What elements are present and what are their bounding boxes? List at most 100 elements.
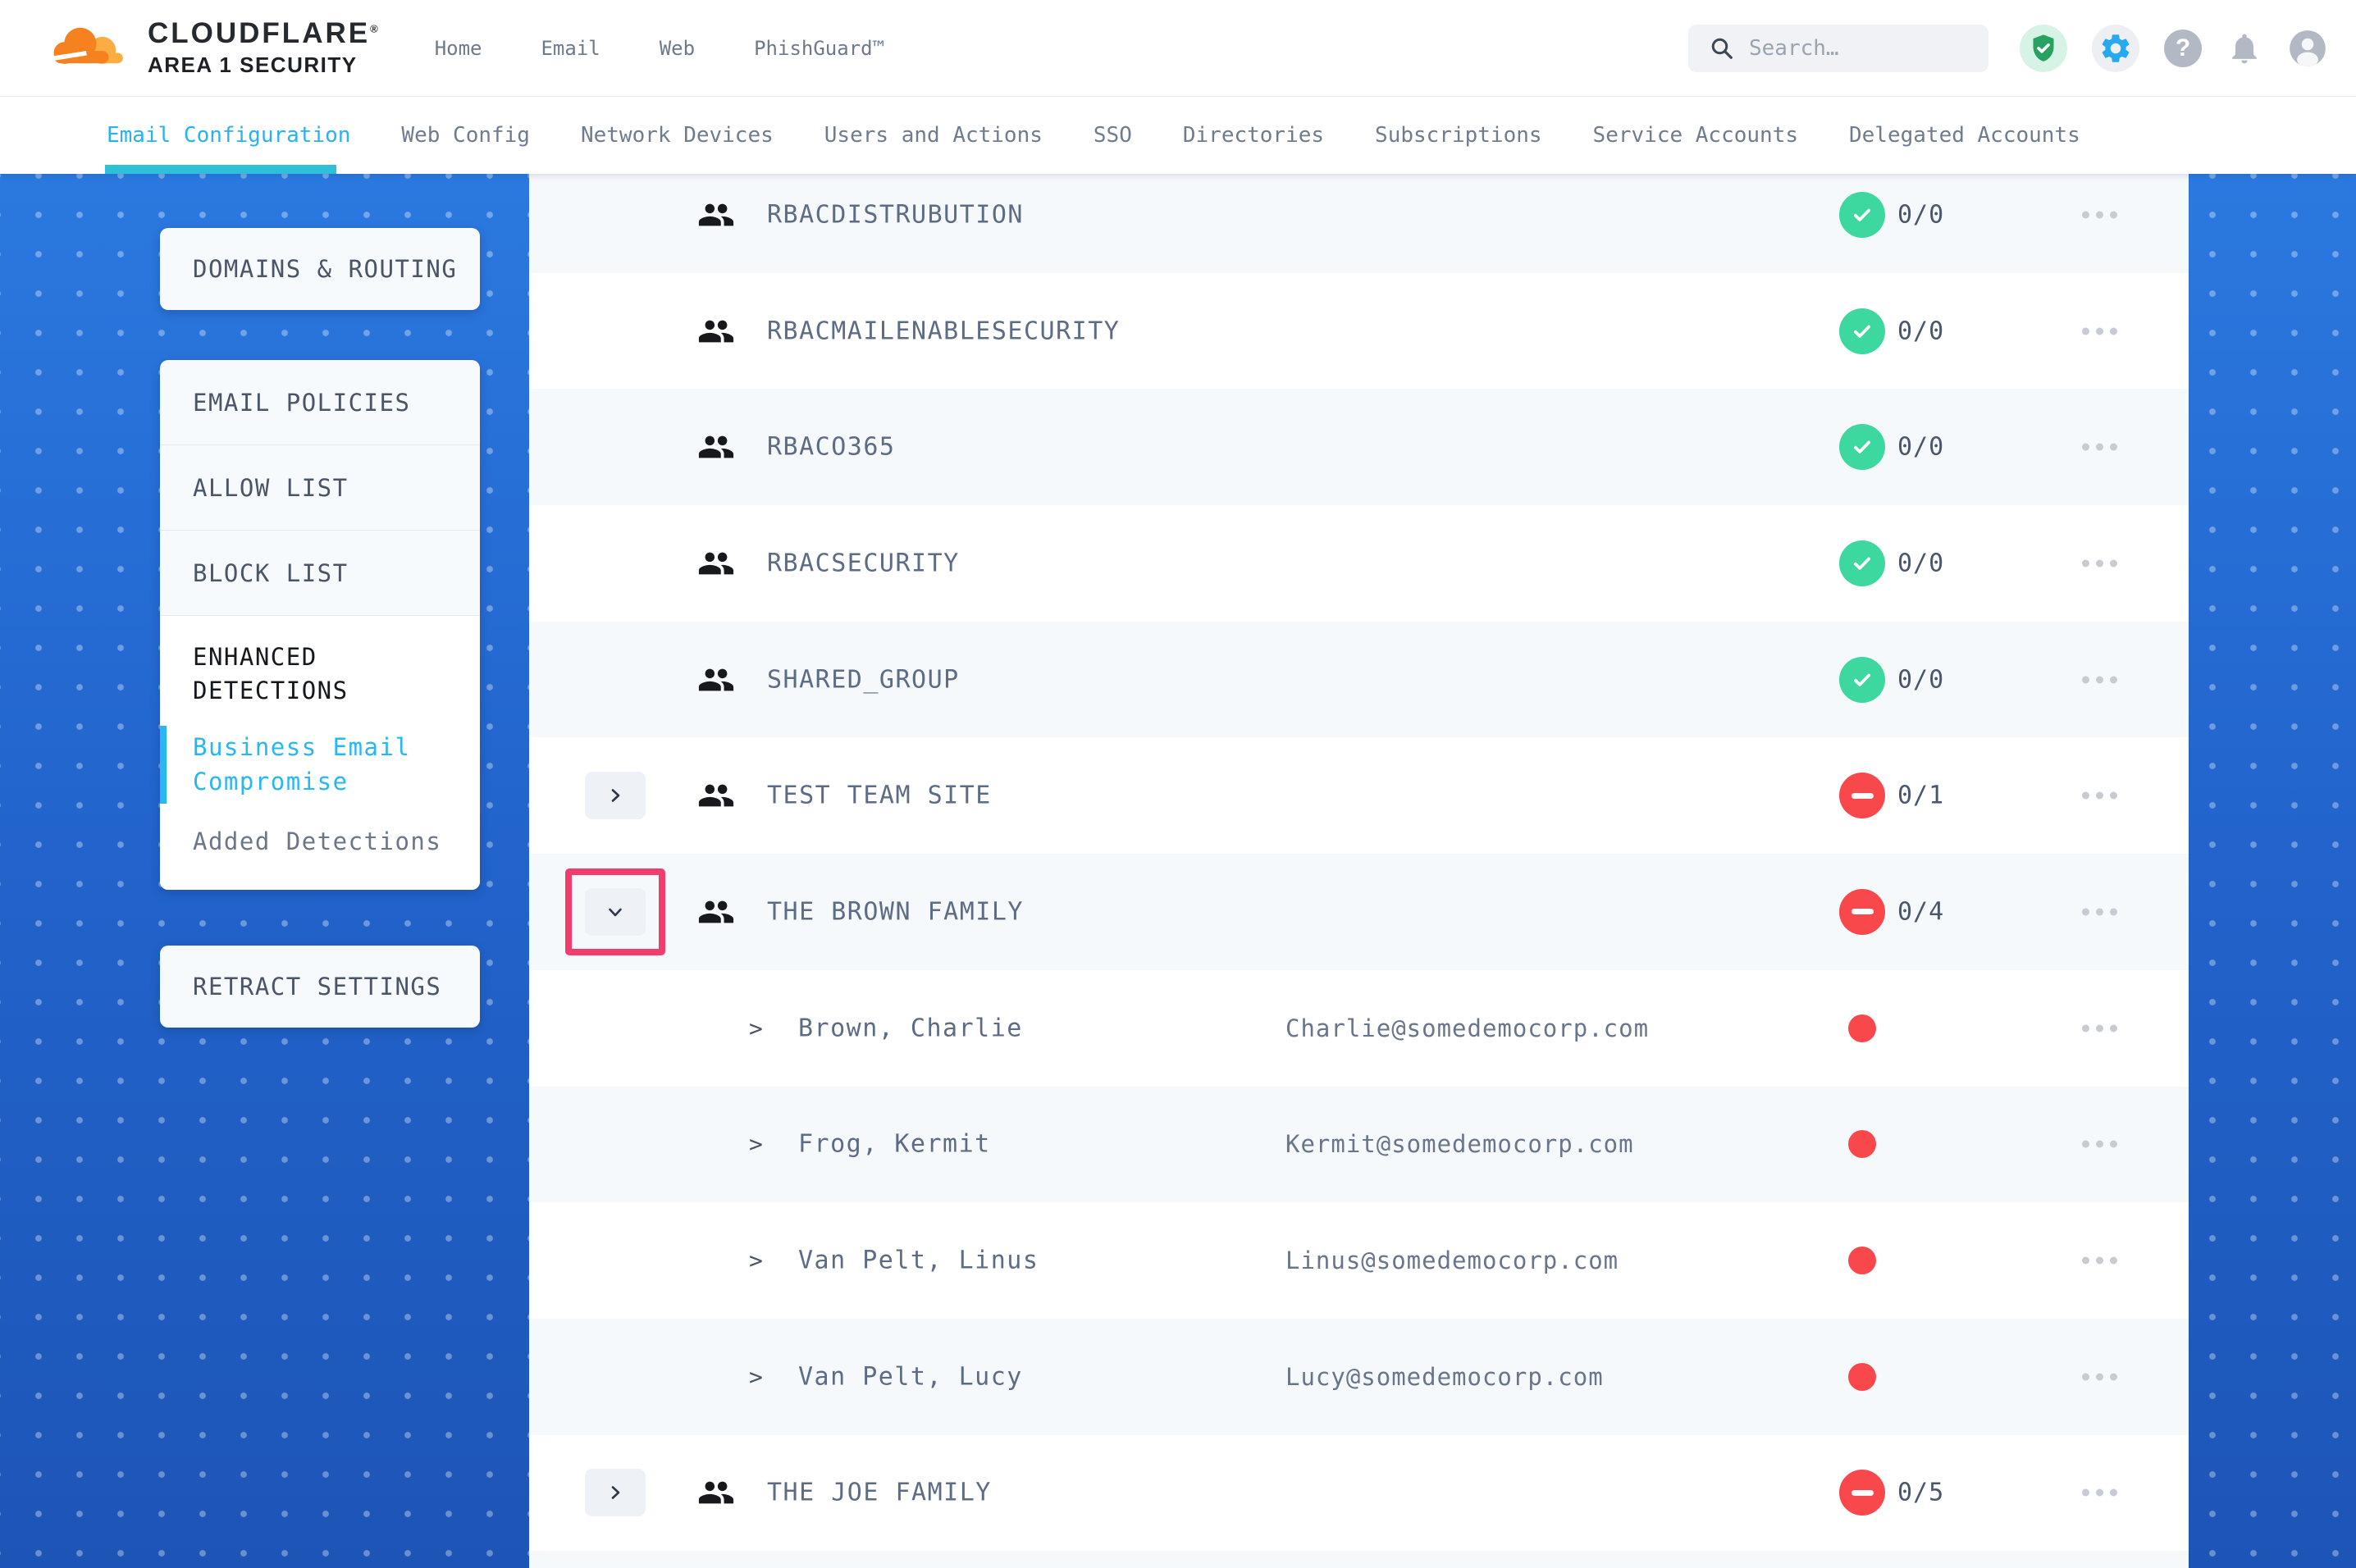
- tab-network-devices[interactable]: Network Devices: [581, 123, 774, 148]
- minus-icon: [1851, 793, 1874, 799]
- expand-toggle-button[interactable]: [585, 772, 646, 819]
- member-chevron-icon[interactable]: >: [749, 1247, 763, 1274]
- tab-subscriptions[interactable]: Subscriptions: [1375, 123, 1542, 148]
- top-header: CLOUDFLARE® AREA 1 SECURITY Home Email W…: [0, 0, 2356, 97]
- row-email: Charlie@somedemocorp.com: [1285, 1014, 1649, 1042]
- row-menu-button[interactable]: [2082, 327, 2117, 335]
- registered-mark: ®: [370, 23, 381, 35]
- row-email: Linus@somedemocorp.com: [1285, 1247, 1619, 1274]
- row-menu-button[interactable]: [2082, 559, 2117, 567]
- group-icon: [697, 1474, 735, 1511]
- row-menu-button[interactable]: [2082, 1141, 2117, 1148]
- status-ok-badge: [1839, 424, 1885, 470]
- expand-toggle-button[interactable]: [585, 1469, 646, 1516]
- group-icon: [697, 777, 735, 814]
- help-icon[interactable]: ?: [2164, 30, 2202, 67]
- group-icon: [697, 428, 735, 466]
- group-icon: [697, 196, 735, 234]
- nav-phishguard[interactable]: PhishGuard™: [754, 37, 884, 60]
- group-icon: [697, 312, 735, 350]
- row-email: Kermit@somedemocorp.com: [1285, 1130, 1634, 1158]
- status-blocked-badge: [1839, 1470, 1885, 1516]
- row-menu-button[interactable]: [2082, 1373, 2117, 1380]
- account-icon[interactable]: [2287, 28, 2328, 69]
- table-row: > Frog, Kermit Kermit@somedemocorp.com: [529, 1087, 2189, 1203]
- row-name: SHARED_GROUP: [767, 665, 960, 694]
- member-count: 0/0: [1897, 665, 1944, 694]
- row-menu-button[interactable]: [2082, 1489, 2117, 1497]
- brand-name: CLOUDFLARE®: [148, 18, 381, 50]
- table-row: > RBACO365 0/0: [529, 389, 2189, 505]
- search-box[interactable]: [1688, 25, 1988, 72]
- row-email: Lucy@somedemocorp.com: [1285, 1363, 1604, 1391]
- tab-web-config[interactable]: Web Config: [401, 123, 530, 148]
- expand-toggle-button[interactable]: [585, 888, 646, 936]
- member-chevron-icon[interactable]: >: [749, 1014, 763, 1042]
- member-chevron-icon[interactable]: >: [749, 1363, 763, 1390]
- row-name: Brown, Charlie: [798, 1014, 1023, 1042]
- nav-email[interactable]: Email: [541, 37, 600, 60]
- row-menu-button[interactable]: [2082, 792, 2117, 800]
- row-name: TEST TEAM SITE: [767, 782, 992, 810]
- row-name: RBACMAILENABLESECURITY: [767, 317, 1120, 345]
- row-name: THE BROWN FAMILY: [767, 897, 1024, 926]
- row-menu-button[interactable]: [2082, 676, 2117, 683]
- nav-home[interactable]: Home: [435, 37, 482, 60]
- status-dot: [1848, 1130, 1876, 1158]
- shield-check-icon[interactable]: [2020, 25, 2067, 72]
- retract-settings-label: RETRACT SETTINGS: [193, 973, 441, 1001]
- table-row: > SHARED_GROUP 0/0: [529, 622, 2189, 738]
- group-icon: [697, 545, 735, 582]
- member-count: 0/1: [1897, 782, 1944, 810]
- tab-email-configuration[interactable]: Email Configuration: [107, 123, 350, 148]
- member-count: 0/0: [1897, 317, 1944, 345]
- status-dot: [1848, 1014, 1876, 1042]
- status-blocked-badge: [1839, 773, 1885, 818]
- member-chevron-icon[interactable]: >: [749, 1131, 763, 1158]
- group-icon: [697, 661, 735, 699]
- row-menu-button[interactable]: [2082, 1257, 2117, 1265]
- cloudflare-logo[interactable]: CLOUDFLARE® AREA 1 SECURITY: [49, 18, 381, 78]
- brand-subtitle: AREA 1 SECURITY: [148, 52, 381, 78]
- status-ok-badge: [1839, 657, 1885, 703]
- sidebar-item-email-policies[interactable]: EMAIL POLICIES: [160, 360, 480, 445]
- header-icons: ?: [2020, 25, 2328, 72]
- sidebar-item-allow-list[interactable]: ALLOW LIST: [160, 445, 480, 531]
- secondary-nav: Email Configuration Web Config Network D…: [0, 97, 2356, 174]
- row-menu-button[interactable]: [2082, 908, 2117, 915]
- table-row: > Van Pelt, Lucy Lucy@somedemocorp.com: [529, 1319, 2189, 1435]
- sidebar-item-business-email-compromise[interactable]: Business Email Compromise: [193, 731, 447, 798]
- sidebar-item-retract-settings[interactable]: RETRACT SETTINGS: [160, 946, 480, 1028]
- sidebar-policies-card: EMAIL POLICIES ALLOW LIST BLOCK LIST ENH…: [160, 360, 480, 890]
- enhanced-detections-title: ENHANCED DETECTIONS: [193, 640, 447, 708]
- tab-service-accounts[interactable]: Service Accounts: [1593, 123, 1798, 148]
- tab-directories[interactable]: Directories: [1183, 123, 1324, 148]
- row-name: RBACDISTRUBUTION: [767, 200, 1024, 229]
- sidebar-item-added-detections[interactable]: Added Detections: [193, 825, 447, 859]
- table-row: > THE BROWN FAMILY 0/4: [529, 854, 2189, 970]
- row-menu-button[interactable]: [2082, 211, 2117, 218]
- sidebar-item-domains-routing[interactable]: DOMAINS & ROUTING: [160, 228, 480, 310]
- table-row: > RBACSECURITY 0/0: [529, 505, 2189, 622]
- status-dot: [1848, 1363, 1876, 1391]
- table-row: > Brown, Charlie Charlie@somedemocorp.co…: [529, 970, 2189, 1087]
- sidebar-item-block-list[interactable]: BLOCK LIST: [160, 531, 480, 616]
- gear-icon[interactable]: [2092, 25, 2139, 72]
- bell-icon[interactable]: [2226, 30, 2262, 66]
- row-menu-button[interactable]: [2082, 1024, 2117, 1032]
- member-count: 0/0: [1897, 433, 1944, 462]
- row-menu-button[interactable]: [2082, 444, 2117, 451]
- tab-users-and-actions[interactable]: Users and Actions: [824, 123, 1043, 148]
- status-ok-badge: [1839, 192, 1885, 238]
- group-icon: [697, 893, 735, 931]
- row-name: Van Pelt, Lucy: [798, 1362, 1023, 1391]
- row-name: THE JOE FAMILY: [767, 1479, 992, 1507]
- minus-icon: [1851, 909, 1874, 914]
- table-row: > Van Pelt, Linus Linus@somedemocorp.com: [529, 1202, 2189, 1319]
- nav-web[interactable]: Web: [660, 37, 695, 60]
- tab-sso[interactable]: SSO: [1094, 123, 1132, 148]
- search-input[interactable]: [1749, 36, 1954, 61]
- tab-delegated-accounts[interactable]: Delegated Accounts: [1849, 123, 2080, 148]
- table-row: > RBACDISTRUBUTION 0/0: [529, 174, 2189, 273]
- member-count: 0/4: [1897, 897, 1944, 926]
